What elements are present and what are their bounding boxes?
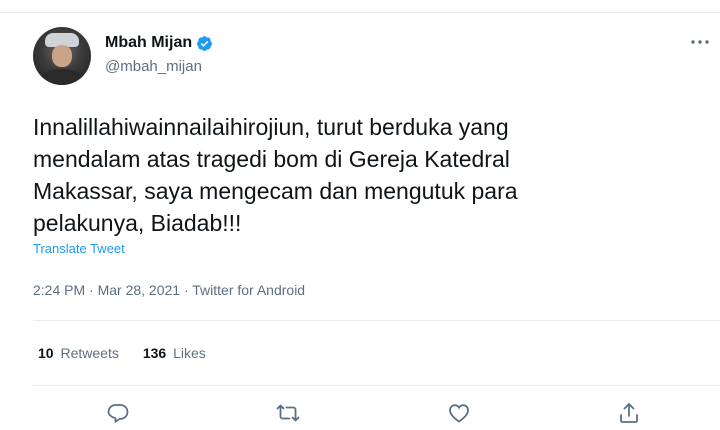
likes-label: Likes (173, 345, 206, 361)
like-button[interactable] (447, 401, 471, 425)
tweet-metadata: 2:24 PM · Mar 28, 2021 · Twitter for And… (33, 282, 306, 298)
retweets-label: Retweets (60, 345, 119, 361)
reply-icon (107, 404, 129, 424)
divider (33, 320, 720, 321)
likes-stat[interactable]: 136 Likes (143, 345, 206, 361)
avatar[interactable] (33, 27, 91, 85)
share-icon (620, 403, 638, 423)
author-display-name[interactable]: Mbah Mijan (105, 34, 192, 52)
retweets-stat[interactable]: 10 Retweets (38, 345, 119, 361)
engagement-stats: 10 Retweets 136 Likes (38, 345, 230, 361)
likes-count: 136 (142, 345, 167, 361)
retweet-icon (276, 404, 300, 422)
author-name-row[interactable]: Mbah Mijan (105, 34, 213, 52)
verified-badge-icon (197, 35, 213, 51)
translate-link[interactable]: Translate Tweet (33, 241, 125, 256)
retweet-button[interactable] (276, 401, 300, 425)
tweet-text: Innalillahiwainnailaihirojiun, turut ber… (33, 114, 518, 236)
tweet-card: Mbah Mijan @mbah_mijan Innalillahiwainna… (0, 0, 720, 429)
more-icon[interactable] (688, 34, 712, 50)
reply-button[interactable] (106, 401, 130, 425)
share-button[interactable] (617, 401, 641, 425)
like-icon (449, 404, 469, 423)
author-handle[interactable]: @mbah_mijan (105, 58, 202, 75)
retweets-count: 10 (38, 345, 54, 361)
divider (33, 385, 720, 386)
action-bar (0, 401, 720, 429)
